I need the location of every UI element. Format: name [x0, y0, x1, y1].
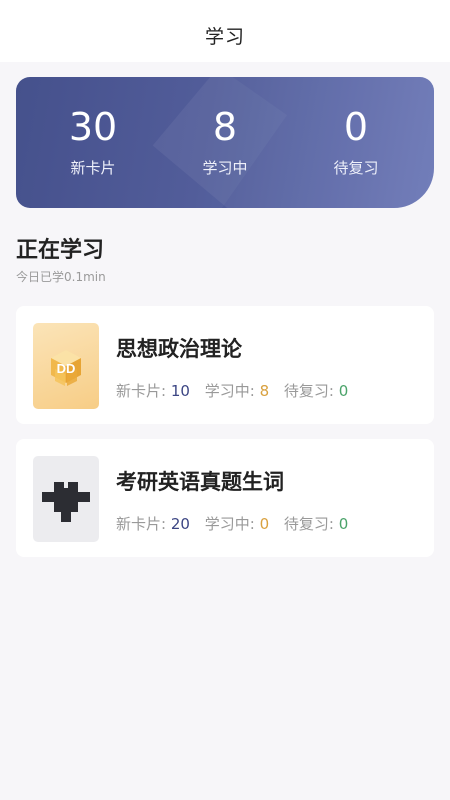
deck-thumb-politics: DD [33, 323, 99, 409]
new-count: 20 [170, 515, 190, 533]
stat-new-cards-label: 新卡片 [70, 159, 116, 177]
stats-banner: 30 新卡片 8 学习中 0 待复习 [16, 77, 434, 208]
learning-label: 学习中: [204, 382, 255, 400]
stat-new-cards-value: 30 [68, 105, 118, 149]
nav-bar: 学习 [0, 0, 450, 62]
deck-stats: 新卡片: 10 学习中: 8 待复习: 0 [116, 380, 358, 401]
page-title: 学习 [204, 25, 245, 48]
review-count: 0 [338, 382, 349, 400]
stat-learning-label: 学习中 [202, 159, 248, 177]
review-label: 待复习: [283, 515, 334, 533]
deck-card-politics[interactable]: DD 思想政治理论 新卡片: 10 学习中: 8 待复习: 0 [16, 306, 434, 424]
review-label: 待复习: [283, 382, 334, 400]
pixel-logo-icon [42, 482, 90, 522]
learning-count: 0 [259, 515, 270, 533]
review-count: 0 [338, 515, 349, 533]
learning-label: 学习中: [204, 515, 255, 533]
section-title: 正在学习 [16, 238, 105, 263]
deck-name: 思想政治理论 [116, 337, 242, 361]
deck-stats: 新卡片: 20 学习中: 0 待复习: 0 [116, 513, 358, 534]
cube-logo-icon: DD [51, 350, 81, 386]
thumb-logo-text: DD [57, 361, 76, 376]
stat-learning-value: 8 [212, 105, 238, 149]
stat-to-review-value: 0 [343, 105, 369, 149]
stat-learning[interactable]: 8 学习中 [160, 105, 290, 178]
stat-to-review-label: 待复习 [333, 159, 379, 177]
new-count: 10 [170, 382, 190, 400]
stat-new-cards[interactable]: 30 新卡片 [28, 105, 158, 178]
study-time-subtitle: 今日已学0.1min [16, 270, 106, 284]
stat-to-review[interactable]: 0 待复习 [291, 105, 421, 178]
deck-name: 考研英语真题生词 [116, 470, 284, 494]
deck-thumb-english [33, 456, 99, 542]
new-label: 新卡片: [116, 515, 167, 533]
new-label: 新卡片: [116, 382, 167, 400]
learning-count: 8 [259, 382, 270, 400]
deck-card-english[interactable]: 考研英语真题生词 新卡片: 20 学习中: 0 待复习: 0 [16, 439, 434, 557]
